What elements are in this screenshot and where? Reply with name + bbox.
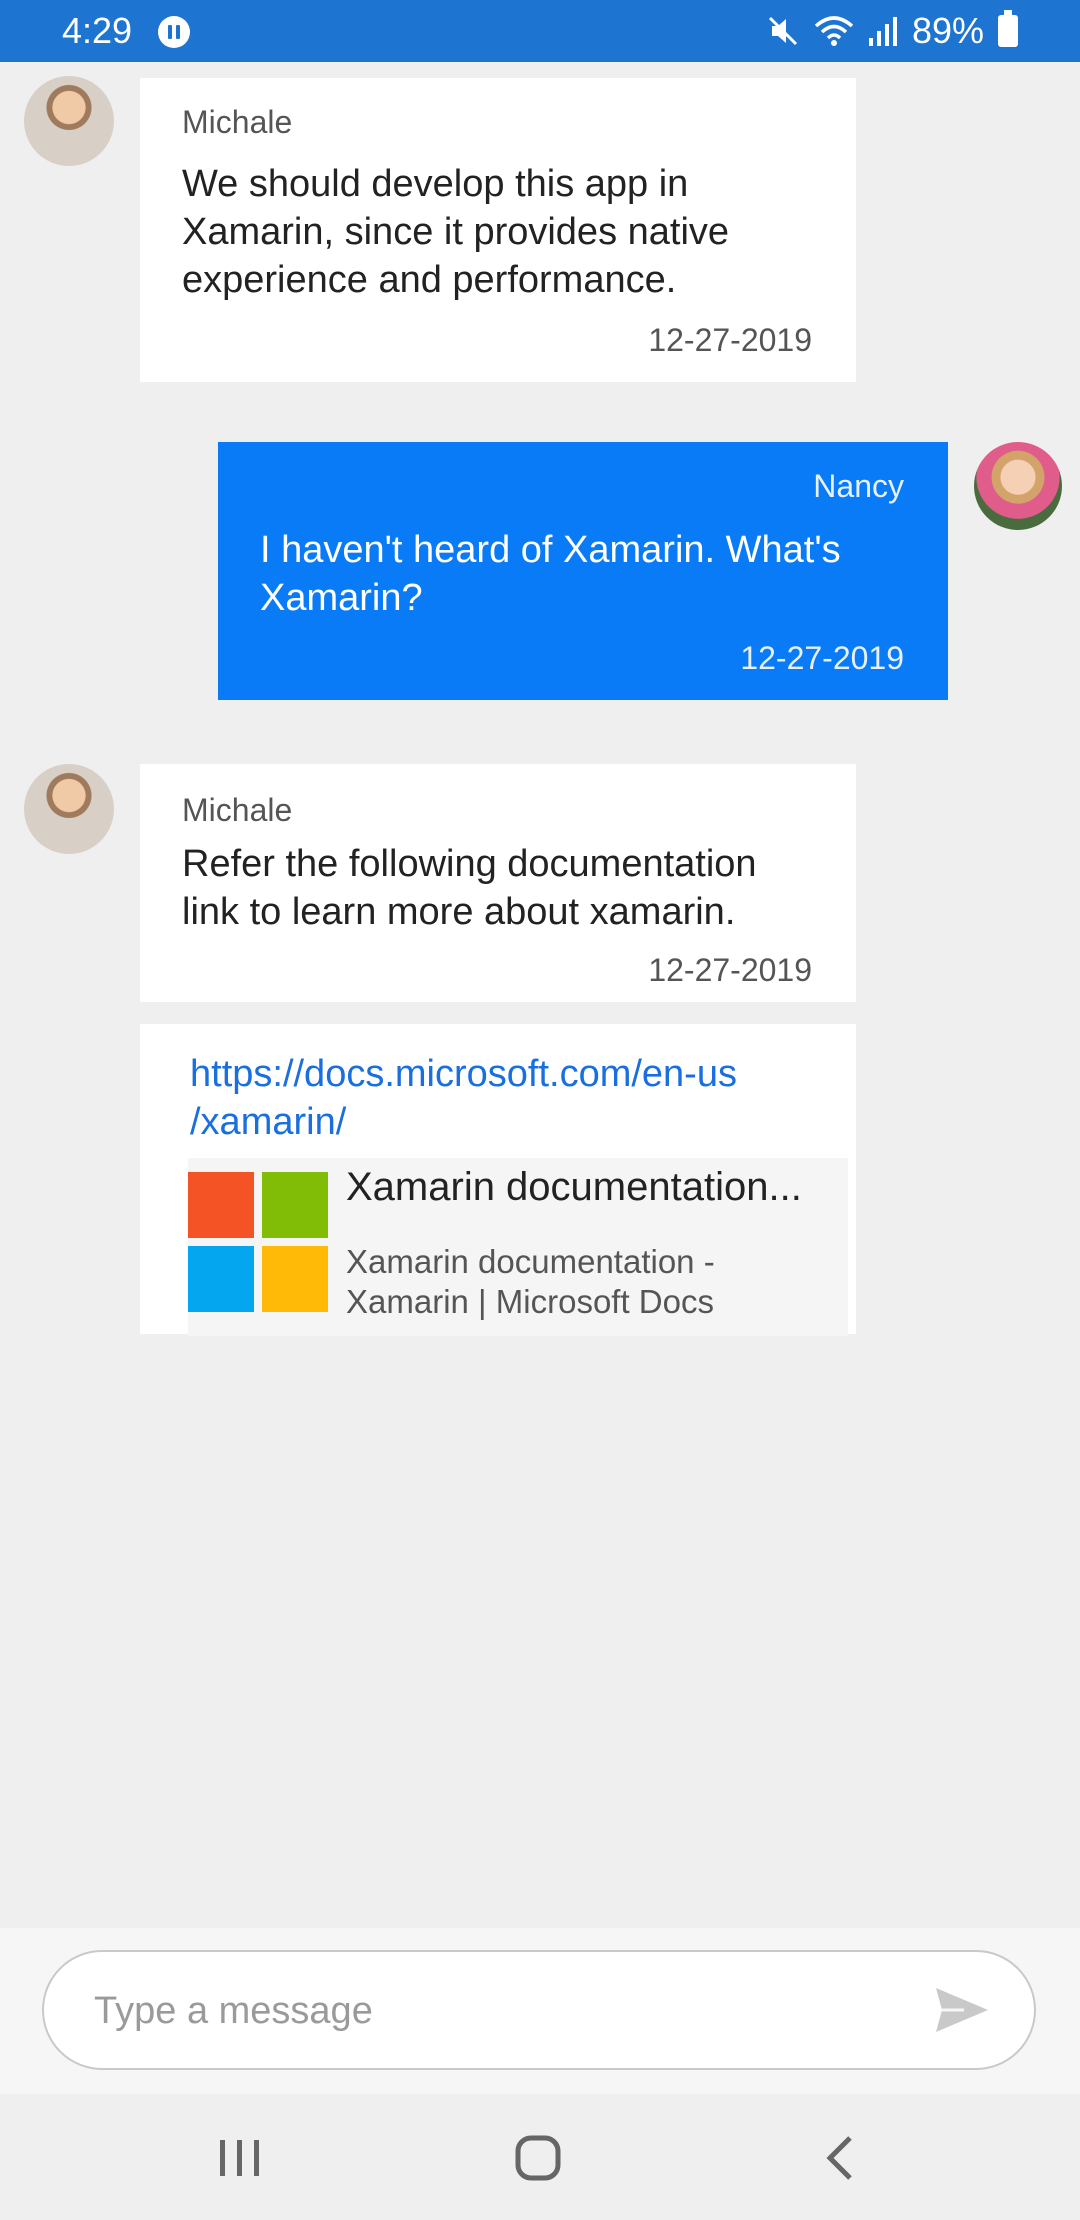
sender-name: Nancy [813, 468, 904, 504]
message-composer [0, 1928, 1080, 2094]
app-notification-icon [158, 16, 190, 48]
link-url[interactable]: https://docs.microsoft.com/en-us /xamari… [190, 1050, 820, 1146]
microsoft-logo-icon [188, 1172, 328, 1312]
sender-name: Michale [182, 104, 293, 140]
status-bar: 4:29 89% [0, 0, 1080, 62]
message-time: 12-27-2019 [648, 952, 812, 988]
battery-charging-icon [998, 10, 1018, 47]
back-icon[interactable] [812, 2128, 872, 2188]
message-bubble[interactable]: Michale We should develop this app in Xa… [140, 78, 856, 382]
wifi-icon [814, 16, 854, 46]
message-input[interactable] [92, 1952, 916, 2070]
avatar[interactable] [24, 764, 114, 854]
link-preview-description: Xamarin documentation - Xamarin | Micros… [346, 1243, 715, 1320]
signal-icon [868, 17, 897, 46]
avatar[interactable] [974, 442, 1062, 530]
link-preview[interactable]: Xamarin documentation... Xamarin documen… [188, 1158, 848, 1336]
home-icon[interactable] [510, 2128, 570, 2188]
mute-icon [768, 16, 797, 46]
message-time: 12-27-2019 [648, 322, 812, 358]
recents-icon[interactable] [210, 2128, 270, 2188]
battery-level: 89% [911, 10, 984, 51]
message-bubble[interactable]: Michale Refer the following documentatio… [140, 764, 856, 1002]
sender-name: Michale [182, 792, 293, 828]
message-bubble[interactable]: Nancy I haven't heard of Xamarin. What's… [218, 442, 948, 700]
message-text: Refer the following documentation link t… [182, 843, 757, 933]
status-time: 4:29 [62, 10, 133, 51]
message-field[interactable] [42, 1950, 1036, 2070]
message-time: 12-27-2019 [740, 640, 904, 676]
status-indicators: 89% [766, 8, 1018, 54]
link-card[interactable]: https://docs.microsoft.com/en-us /xamari… [140, 1024, 856, 1336]
message-text: We should develop this app in Xamarin, s… [182, 163, 730, 301]
message-text: I haven't heard of Xamarin. What's Xamar… [260, 529, 841, 619]
navigation-bar [0, 2094, 1080, 2220]
link-preview-title: Xamarin documentation... [346, 1165, 802, 1209]
avatar[interactable] [24, 76, 114, 166]
send-icon[interactable] [934, 1986, 990, 2034]
